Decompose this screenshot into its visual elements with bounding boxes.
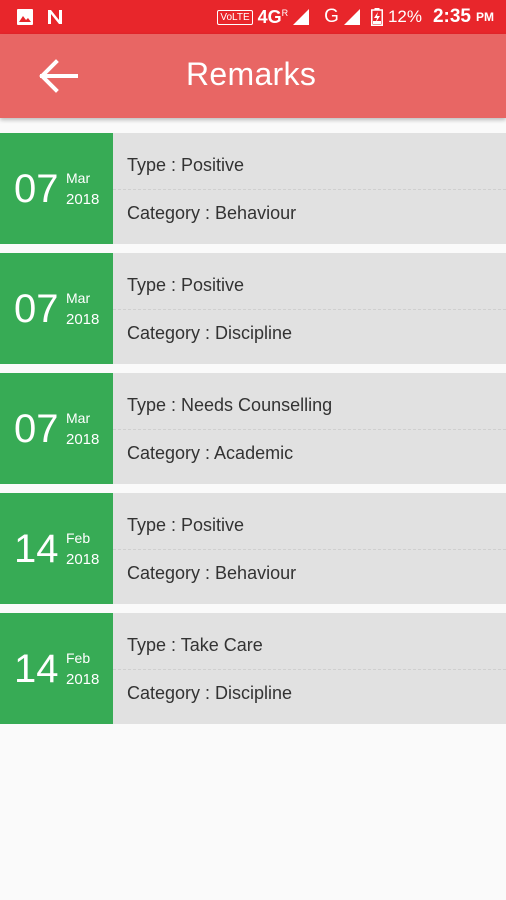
date-badge: 14 Feb 2018 (0, 493, 113, 604)
date-day: 07 (14, 407, 59, 451)
n-app-notification-icon (48, 10, 62, 24)
date-year: 2018 (66, 431, 100, 448)
date-month: Mar (66, 410, 91, 426)
battery-percent: 12% (387, 7, 422, 26)
status-right: VoLTE 4G R G 12% 2:35 PM (217, 6, 494, 28)
signal-2-icon (343, 9, 360, 25)
network-g-label: G (324, 6, 339, 27)
date-year: 2018 (66, 671, 100, 688)
status-left (16, 8, 64, 26)
remark-type: Type : Positive (127, 155, 245, 175)
remark-card[interactable]: 07 Mar 2018 Type : Positive Category : B… (0, 133, 506, 244)
date-day: 14 (14, 527, 59, 571)
date-badge: 07 Mar 2018 (0, 253, 113, 364)
back-button[interactable] (30, 54, 86, 98)
dashed-divider (113, 429, 506, 430)
date-year: 2018 (66, 191, 100, 208)
date-badge: 07 Mar 2018 (0, 373, 113, 484)
signal-icon (293, 9, 310, 25)
date-badge: 14 Feb 2018 (0, 613, 113, 724)
battery-charging-icon (370, 8, 383, 26)
date-month: Feb (66, 650, 91, 666)
remark-card[interactable]: 07 Mar 2018 Type : Needs Counselling Cat… (0, 373, 506, 484)
dashed-divider (113, 189, 506, 190)
remark-type: Type : Take Care (127, 635, 263, 655)
remark-card[interactable]: 14 Feb 2018 Type : Positive Category : B… (0, 493, 506, 604)
date-year: 2018 (66, 551, 100, 568)
remark-category: Category : Academic (127, 443, 294, 463)
remark-type: Type : Positive (127, 515, 245, 535)
remark-info: Type : Positive Category : Discipline (113, 253, 506, 364)
clock-time: 2:35 (432, 6, 471, 27)
dashed-divider (113, 309, 506, 310)
remark-type: Type : Positive (127, 275, 245, 295)
remark-category: Category : Discipline (127, 323, 293, 343)
remark-info: Type : Take Care Category : Discipline (113, 613, 506, 724)
date-month: Feb (66, 530, 91, 546)
remark-info: Type : Needs Counselling Category : Acad… (113, 373, 506, 484)
remark-category: Category : Behaviour (127, 563, 297, 583)
date-day: 07 (14, 287, 59, 331)
date-day: 14 (14, 647, 59, 691)
page-title: Remarks (186, 56, 317, 92)
date-badge: 07 Mar 2018 (0, 133, 113, 244)
date-year: 2018 (66, 311, 100, 328)
remark-info: Type : Positive Category : Behaviour (113, 493, 506, 604)
remark-card[interactable]: 07 Mar 2018 Type : Positive Category : D… (0, 253, 506, 364)
remark-info: Type : Positive Category : Behaviour (113, 133, 506, 244)
remark-category: Category : Discipline (127, 683, 293, 703)
volte-badge: VoLTE (217, 9, 253, 25)
date-month: Mar (66, 170, 91, 186)
arrow-back-icon (39, 59, 78, 93)
dashed-divider (113, 669, 506, 670)
dashed-divider (113, 549, 506, 550)
clock-ampm: PM (476, 10, 494, 24)
roaming-indicator: R (281, 7, 289, 18)
network-4g-label: 4G (257, 6, 282, 27)
remark-card[interactable]: 14 Feb 2018 Type : Take Care Category : … (0, 613, 506, 724)
date-day: 07 (14, 167, 59, 211)
remark-category: Category : Behaviour (127, 203, 297, 223)
image-notification-icon (17, 9, 33, 25)
remarks-list: 07 Mar 2018 Type : Positive Category : B… (0, 133, 506, 733)
date-month: Mar (66, 290, 91, 306)
remark-type: Type : Needs Counselling (127, 395, 333, 415)
status-bar: VoLTE 4G R G 12% 2:35 PM (0, 0, 506, 34)
app-bar: Remarks (0, 34, 506, 118)
